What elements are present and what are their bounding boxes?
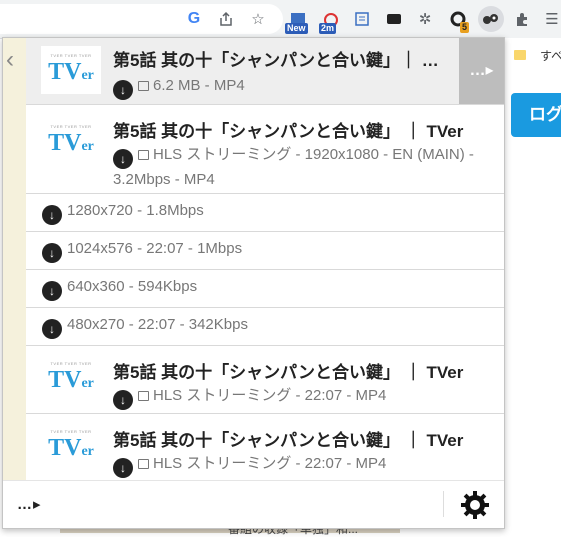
video-meta: ↓ HLS ストリーミング - 1920x1080 - EN (MAIN) - 3… xyxy=(113,146,474,188)
video-title: 第5話 其の十「シャンパンと合い鍵」 ｜ TVer xyxy=(113,431,464,450)
download-icon[interactable]: ↓ xyxy=(42,243,62,263)
video-meta: ↓ HLS ストリーミング - 22:07 - MP4 xyxy=(113,385,498,410)
ext-notes-icon[interactable] xyxy=(352,9,372,29)
ext-new-icon[interactable]: New xyxy=(285,9,308,34)
omnibox[interactable] xyxy=(0,4,283,34)
count-badge: 5 xyxy=(460,22,470,33)
video-item[interactable]: TVER TVER TVER TVer 第5話 其の十「シャンパンと合い鍵」 ｜… xyxy=(26,105,504,194)
video-meta: ↓ 6.2 MB - MP4 xyxy=(113,75,498,100)
download-icon[interactable]: ↓ xyxy=(42,205,62,225)
footer-more-button[interactable]: …▸ xyxy=(17,495,42,513)
tver-logo: TVer xyxy=(48,58,94,85)
new-badge: New xyxy=(285,23,308,34)
video-item[interactable]: TVER TVER TVER TVer 第5話 其の十「シャンパンと合い鍵」 ｜… xyxy=(26,414,504,482)
folder-icon xyxy=(514,50,526,60)
video-list: TVER TVER TVER TVer 第5話 其の十「シャンパンと合い鍵」｜ … xyxy=(26,38,504,482)
tver-thumbnail: TVER TVER TVER TVer xyxy=(41,354,101,402)
timer-badge: 2m xyxy=(319,23,337,34)
tver-thumbnail: TVER TVER TVER TVer xyxy=(41,117,101,165)
download-icon[interactable]: ↓ xyxy=(42,281,62,301)
more-actions-button[interactable]: …▸ xyxy=(459,38,504,104)
video-title: 第5話 其の十「シャンパンと合い鍵」 ｜ TVer xyxy=(113,363,464,382)
popup-sidebar: ‹ xyxy=(3,38,26,480)
browser-toolbar: G ☆ New 2m ✲ 5 ☰ xyxy=(0,0,561,39)
back-arrow-icon[interactable]: ‹ xyxy=(6,46,14,74)
share-icon[interactable] xyxy=(216,9,236,29)
file-icon xyxy=(138,391,149,401)
tver-logo: TVer xyxy=(48,129,94,156)
variant-row[interactable]: ↓ 1280x720 - 1.8Mbps xyxy=(26,194,504,232)
video-meta: ↓ HLS ストリーミング - 22:07 - MP4 xyxy=(113,453,498,478)
download-icon[interactable]: ↓ xyxy=(113,390,133,410)
file-icon xyxy=(138,150,149,160)
download-icon[interactable]: ↓ xyxy=(113,149,133,169)
variant-row[interactable]: ↓ 1024x576 - 22:07 - 1Mbps xyxy=(26,232,504,270)
ext-gear-icon[interactable]: ✲ xyxy=(415,9,435,29)
ext-dark-icon[interactable] xyxy=(384,9,404,29)
video-title: 第5話 其の十「シャンパンと合い鍵」｜ TVer xyxy=(113,51,441,70)
login-button[interactable]: ログ xyxy=(511,93,561,137)
footer-divider xyxy=(443,491,444,517)
extensions-puzzle-icon[interactable] xyxy=(512,9,532,29)
settings-gear-icon[interactable] xyxy=(459,489,491,521)
ext-timer-icon[interactable]: 2m xyxy=(319,9,341,34)
video-item[interactable]: TVER TVER TVER TVer 第5話 其の十「シャンパンと合い鍵」 ｜… xyxy=(26,346,504,414)
video-item[interactable]: TVER TVER TVER TVer 第5話 其の十「シャンパンと合い鍵」｜ … xyxy=(26,38,504,105)
variant-row[interactable]: ↓ 480x270 - 22:07 - 342Kbps xyxy=(26,308,504,346)
tver-logo: TVer xyxy=(48,366,94,393)
video-downloader-popup: ‹ TVER TVER TVER TVer 第5話 其の十「シャンパンと合い鍵」… xyxy=(2,37,505,529)
video-downloader-icon[interactable] xyxy=(481,9,501,29)
variant-row[interactable]: ↓ 640x360 - 594Kbps xyxy=(26,270,504,308)
ext-count-icon[interactable]: 5 xyxy=(448,9,470,33)
file-icon xyxy=(138,81,149,91)
download-icon[interactable]: ↓ xyxy=(42,319,62,339)
video-title: 第5話 其の十「シャンパンと合い鍵」 ｜ TVer xyxy=(113,122,464,141)
download-icon[interactable]: ↓ xyxy=(113,80,133,100)
tver-thumbnail: TVER TVER TVER TVer xyxy=(41,46,101,94)
download-icon[interactable]: ↓ xyxy=(113,458,133,478)
bookmark-star-icon[interactable]: ☆ xyxy=(248,9,268,29)
file-icon xyxy=(138,459,149,469)
tver-thumbnail: TVER TVER TVER TVer xyxy=(41,422,101,470)
google-icon[interactable]: G xyxy=(184,9,204,29)
reading-list-icon[interactable]: ☰ xyxy=(542,9,561,29)
popup-footer: …▸ xyxy=(3,480,504,528)
bookmark-all[interactable]: すべ xyxy=(540,47,561,64)
tver-logo: TVer xyxy=(48,434,94,461)
